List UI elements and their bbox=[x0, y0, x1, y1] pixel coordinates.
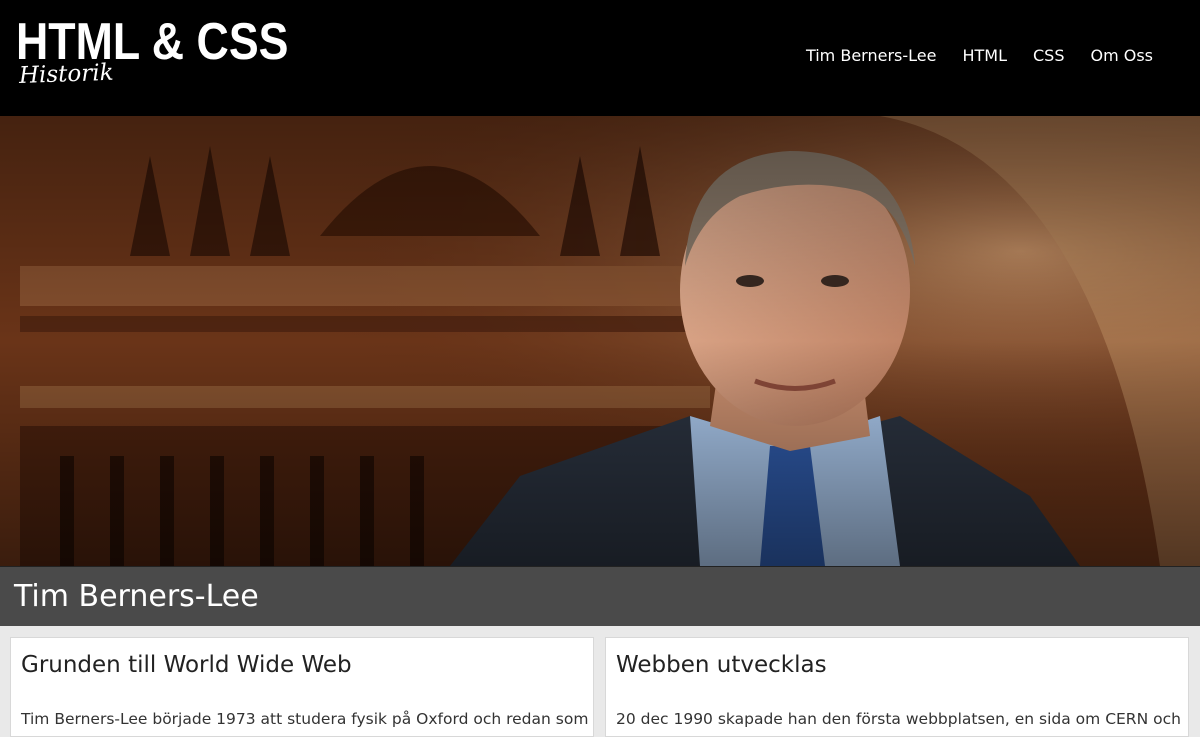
card-text: Tim Berners-Lee började 1973 att studera… bbox=[21, 710, 589, 728]
nav-link-tim-berners-lee[interactable]: Tim Berners-Lee bbox=[806, 46, 937, 65]
portrait-photo-icon bbox=[0, 116, 1200, 566]
card-web-development: Webben utvecklas 20 dec 1990 skapade han… bbox=[605, 637, 1189, 737]
card-foundation: Grunden till World Wide Web Tim Berners-… bbox=[10, 637, 594, 737]
site-logo[interactable]: HTML & CSS Historik bbox=[16, 14, 333, 89]
nav-link-html[interactable]: HTML bbox=[962, 46, 1007, 65]
card-text: 20 dec 1990 skapade han den första webbp… bbox=[616, 710, 1181, 728]
section-title: Tim Berners-Lee bbox=[14, 579, 259, 614]
section-title-bar: Tim Berners-Lee bbox=[0, 566, 1200, 626]
nav-link-om-oss[interactable]: Om Oss bbox=[1090, 46, 1153, 65]
card-title: Webben utvecklas bbox=[616, 652, 827, 678]
main-nav: Tim Berners-Lee HTML CSS Om Oss bbox=[780, 46, 1153, 65]
hero-image bbox=[0, 116, 1200, 566]
card-title: Grunden till World Wide Web bbox=[21, 652, 352, 678]
site-header: HTML & CSS Historik Tim Berners-Lee HTML… bbox=[0, 0, 1200, 116]
nav-link-css[interactable]: CSS bbox=[1033, 46, 1064, 65]
